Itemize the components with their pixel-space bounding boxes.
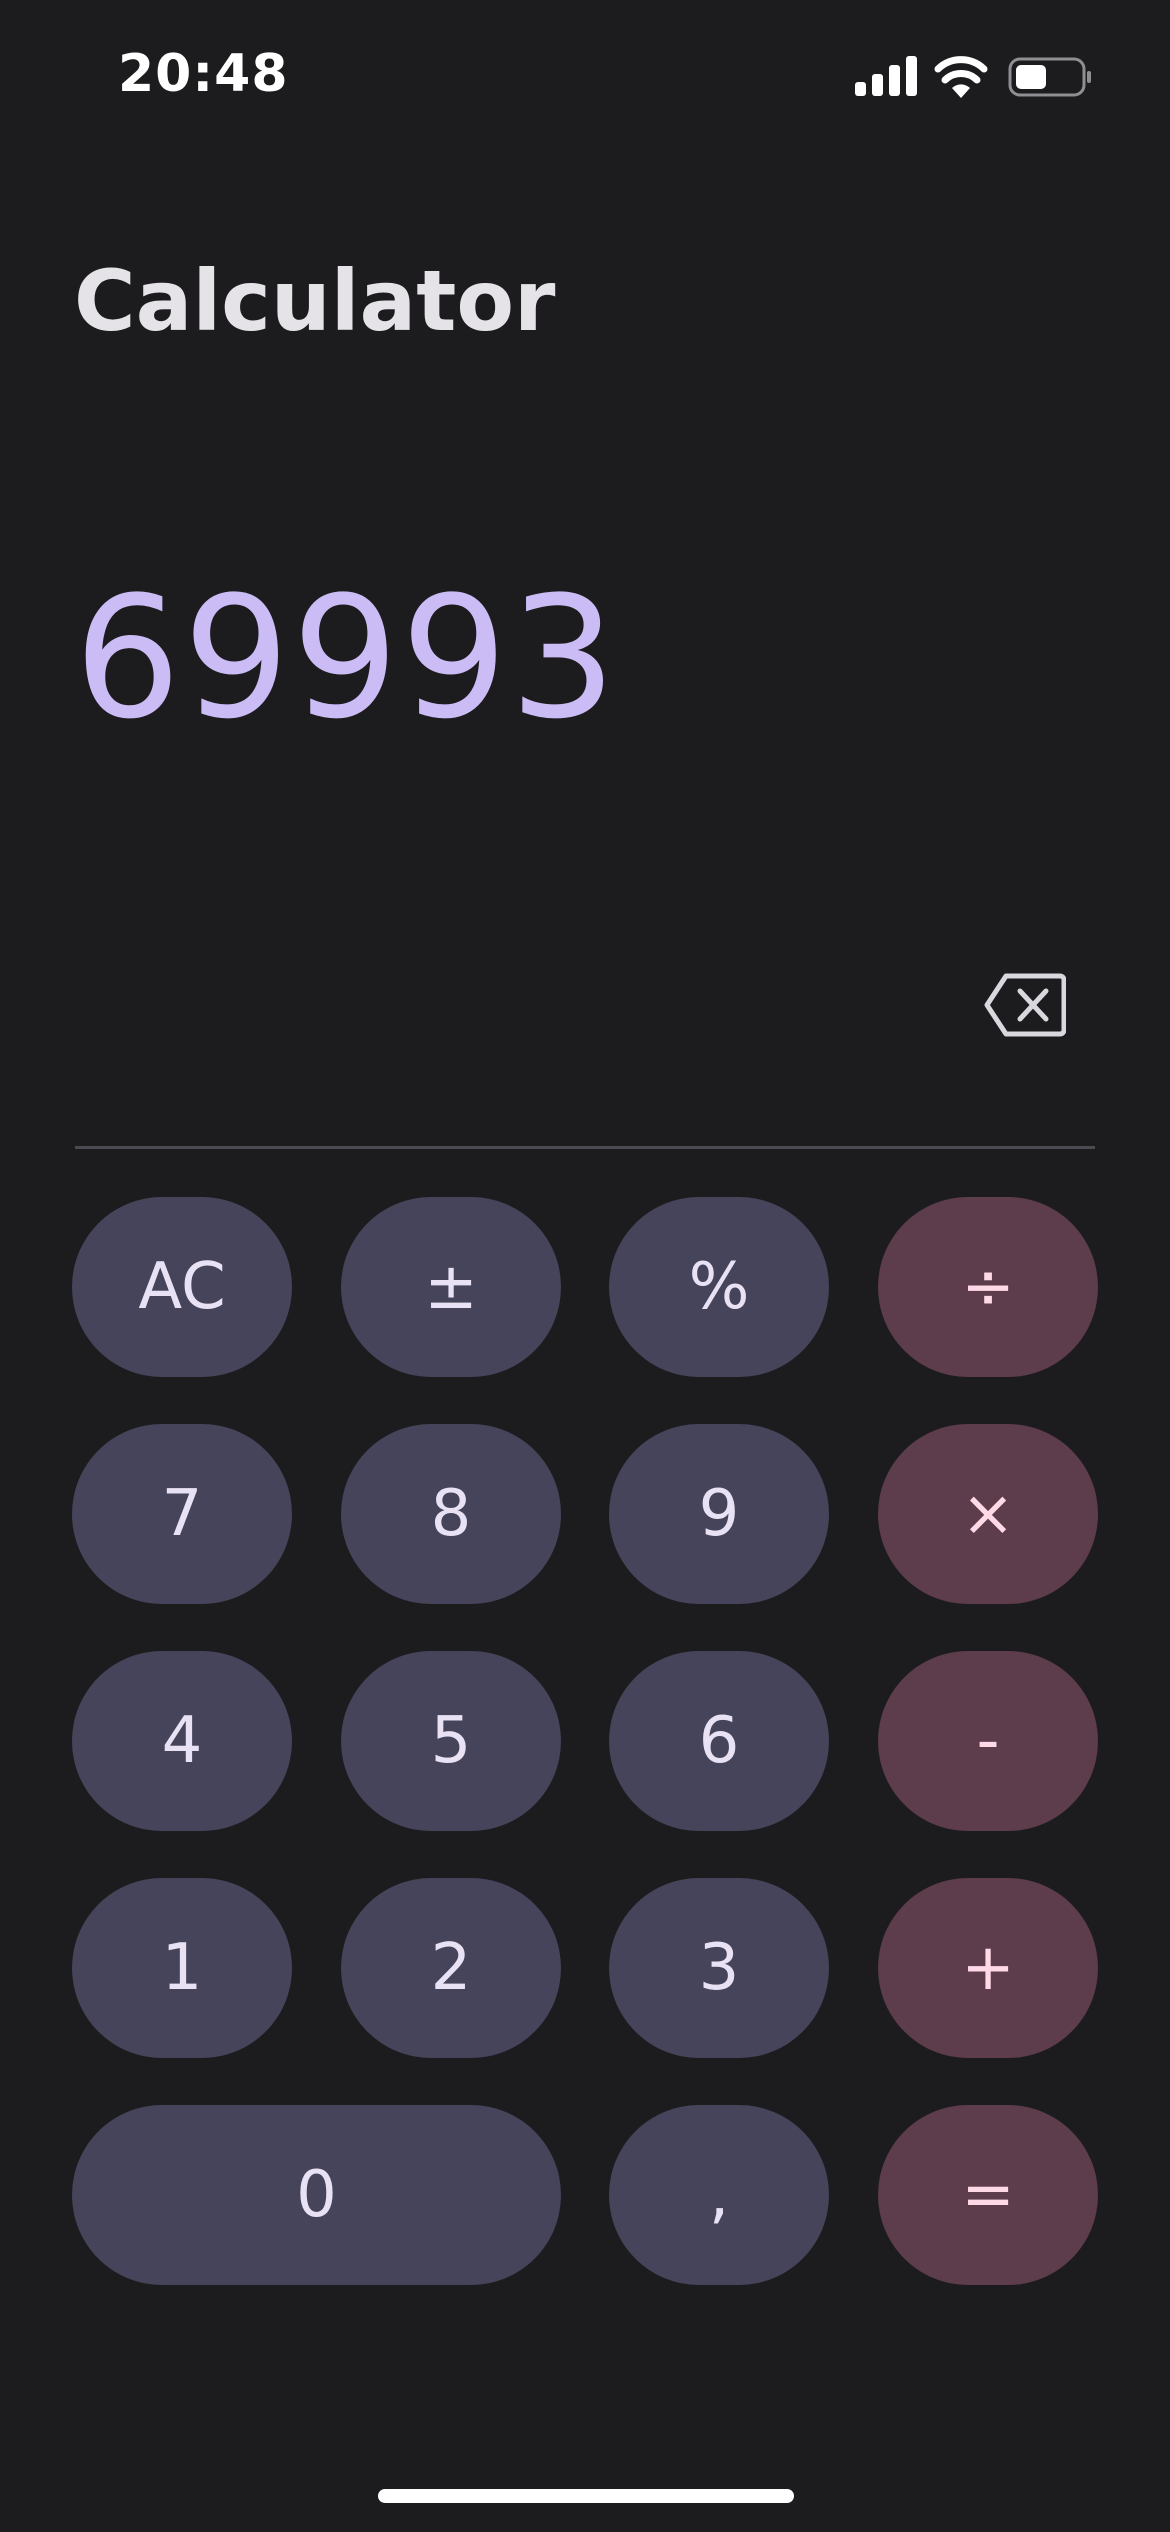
divide-button[interactable]: ÷ [878,1197,1098,1377]
signal-icon [855,56,917,96]
plus-button[interactable]: + [878,1878,1098,2058]
two-button[interactable]: 2 [341,1878,561,2058]
plus-minus-button[interactable]: ± [341,1197,561,1377]
battery-icon [1008,57,1091,97]
three-button[interactable]: 3 [609,1878,829,2058]
percent-button[interactable]: % [609,1197,829,1377]
six-button[interactable]: 6 [609,1651,829,1831]
one-button[interactable]: 1 [72,1878,292,2058]
home-indicator[interactable] [378,2489,794,2503]
divider [75,1146,1095,1149]
four-button[interactable]: 4 [72,1651,292,1831]
wifi-icon [934,56,988,98]
backspace-icon[interactable] [984,972,1066,1038]
status-bar: 20:48 [0,0,1170,150]
five-button[interactable]: 5 [341,1651,561,1831]
ac-button[interactable]: AC [72,1197,292,1377]
page-title: Calculator [74,252,556,350]
eight-button[interactable]: 8 [341,1424,561,1604]
minus-button[interactable]: - [878,1651,1098,1831]
status-time: 20:48 [118,44,289,104]
seven-button[interactable]: 7 [72,1424,292,1604]
comma-button[interactable]: , [609,2105,829,2285]
multiply-button[interactable]: × [878,1424,1098,1604]
display-value: 69993 [74,560,619,756]
nine-button[interactable]: 9 [609,1424,829,1604]
equals-button[interactable]: = [878,2105,1098,2285]
zero-button[interactable]: 0 [72,2105,561,2285]
